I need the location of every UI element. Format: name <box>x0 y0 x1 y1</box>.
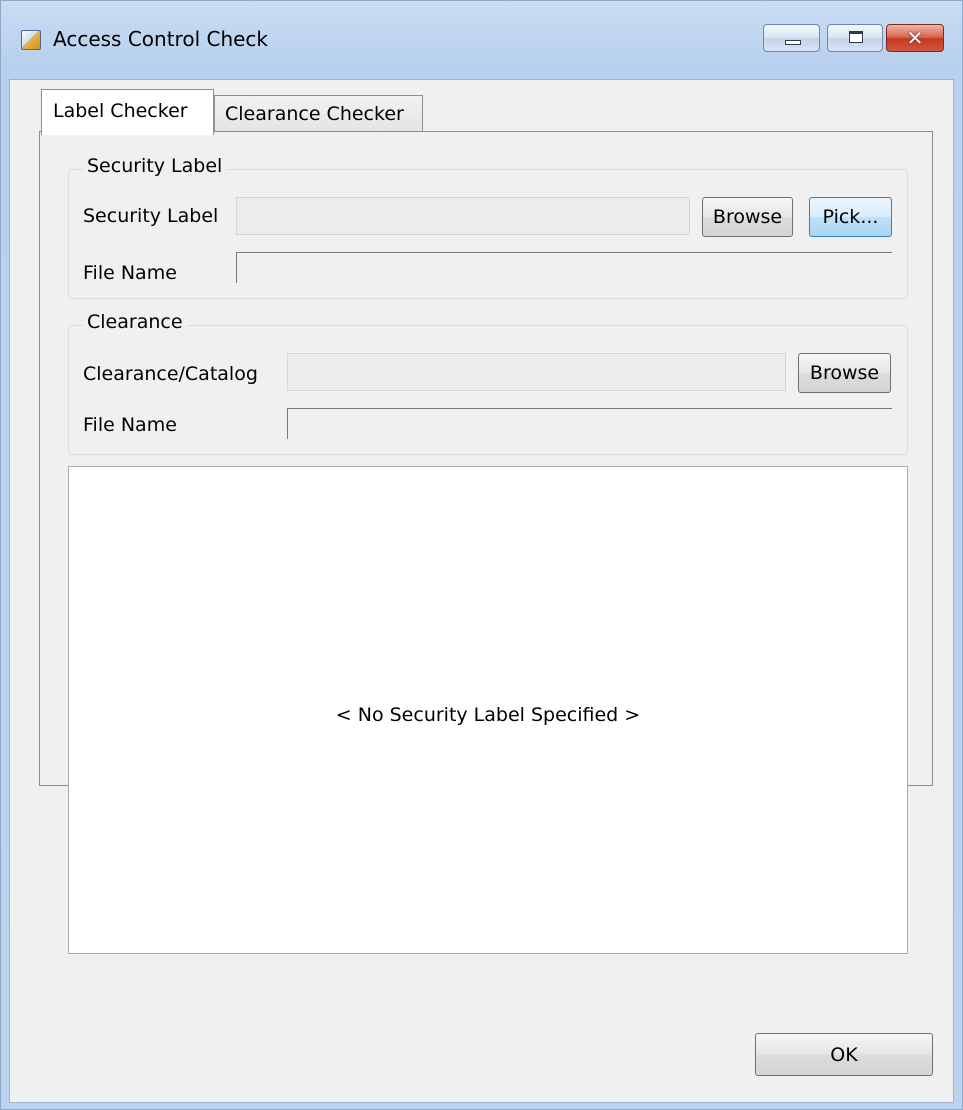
window-title: Access Control Check <box>53 27 268 51</box>
maximize-icon <box>849 31 863 43</box>
security-label-group-title: Security Label <box>83 155 227 177</box>
dialog-window: Access Control Check ✕ Label Checker Cle… <box>0 0 963 1110</box>
clearance-group-title: Clearance <box>83 311 187 333</box>
clearance-file-name-field[interactable] <box>287 408 892 439</box>
tab-label-checker[interactable]: Label Checker <box>41 89 214 135</box>
tab-clearance-checker[interactable]: Clearance Checker <box>214 95 423 135</box>
minimize-icon <box>785 40 801 45</box>
security-file-name-label: File Name <box>83 262 177 284</box>
title-bar[interactable]: Access Control Check ✕ <box>1 1 962 79</box>
security-label-input[interactable] <box>236 197 690 235</box>
label-checker-panel: Security Label Security Label Browse Pic… <box>39 131 933 954</box>
clearance-file-name-label: File Name <box>83 414 177 436</box>
security-label-group: Security Label Security Label Browse Pic… <box>68 155 908 299</box>
pick-button[interactable]: Pick... <box>809 197 892 237</box>
ok-button[interactable]: OK <box>755 1033 933 1076</box>
dialog-client-area: Label Checker Clearance Checker Security… <box>9 79 954 1103</box>
clearance-catalog-input[interactable] <box>287 353 786 391</box>
maximize-button[interactable] <box>827 24 883 52</box>
security-file-name-field[interactable] <box>236 252 892 283</box>
close-button[interactable]: ✕ <box>886 24 944 52</box>
security-label-browse-button[interactable]: Browse <box>702 197 793 237</box>
check-result-area: < No Security Label Specified > <box>68 466 908 954</box>
close-icon: ✕ <box>906 26 924 50</box>
clearance-group: Clearance Clearance/Catalog Browse File … <box>68 311 908 455</box>
clearance-catalog-label: Clearance/Catalog <box>83 363 258 385</box>
app-icon <box>21 30 41 50</box>
clearance-browse-button[interactable]: Browse <box>798 353 891 393</box>
minimize-button[interactable] <box>763 24 820 52</box>
security-label-field-label: Security Label <box>83 205 219 227</box>
no-label-message: < No Security Label Specified > <box>335 704 641 726</box>
